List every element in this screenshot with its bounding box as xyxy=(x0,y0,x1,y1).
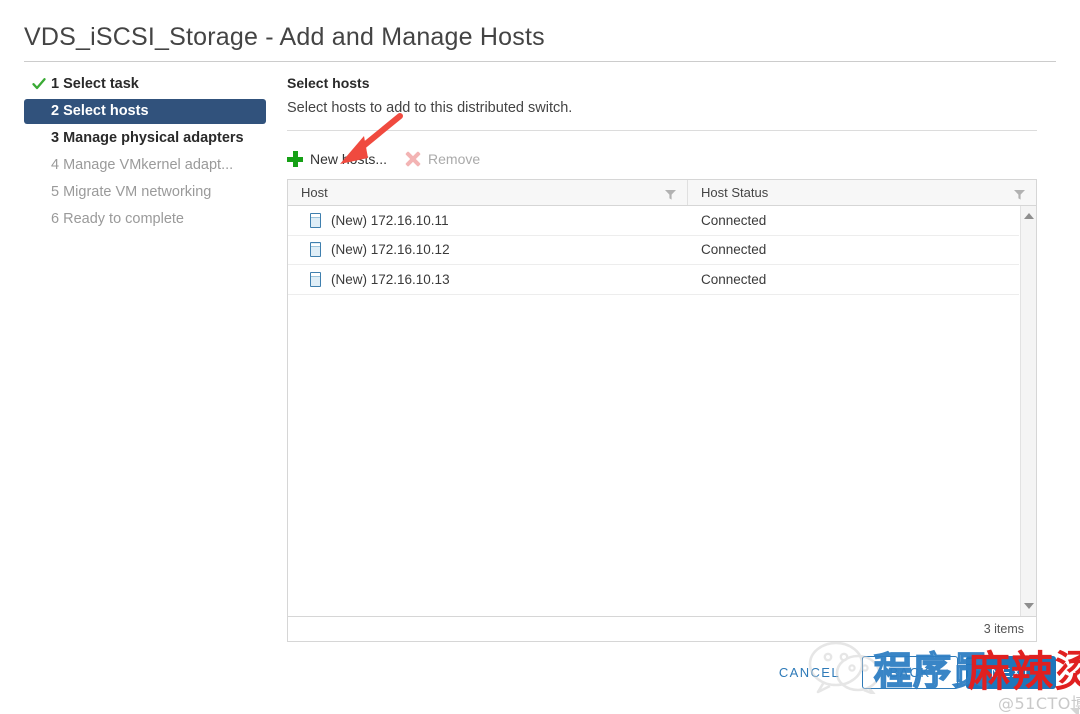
sidebar-item-label: 5 Migrate VM networking xyxy=(51,184,212,200)
table-row[interactable]: (New) 172.16.10.12 Connected xyxy=(288,236,1019,265)
sidebar-item-migrate-vm-networking[interactable]: 5 Migrate VM networking xyxy=(24,180,266,205)
page-title: VDS_iSCSI_Storage - Add and Manage Hosts xyxy=(24,23,545,51)
plus-icon xyxy=(287,151,303,167)
sidebar-item-manage-physical-adapters[interactable]: 3 Manage physical adapters xyxy=(24,126,266,151)
item-count: 3 items xyxy=(983,622,1024,636)
cell-host: (New) 172.16.10.12 xyxy=(288,242,688,258)
sidebar-item-label: 3 Manage physical adapters xyxy=(51,130,244,146)
cell-host-status: Connected xyxy=(701,242,767,258)
server-icon xyxy=(310,271,321,287)
scroll-down-icon[interactable] xyxy=(1021,598,1037,614)
new-hosts-button[interactable]: New hosts... xyxy=(287,148,387,170)
column-header-host-label: Host xyxy=(301,185,328,200)
host-name: (New) 172.16.10.12 xyxy=(331,242,450,258)
main-panel: Select hosts Select hosts to add to this… xyxy=(287,72,1037,642)
new-hosts-label: New hosts... xyxy=(310,151,388,167)
watermark-corner-fold xyxy=(1070,708,1079,714)
scroll-up-icon[interactable] xyxy=(1021,208,1037,224)
cancel-button[interactable]: CANCEL xyxy=(765,656,854,688)
sidebar-item-label: 6 Ready to complete xyxy=(51,211,184,227)
sidebar-item-label: 4 Manage VMkernel adapt... xyxy=(51,157,234,173)
server-icon xyxy=(310,212,321,228)
filter-icon[interactable] xyxy=(665,188,676,200)
table-footer: 3 items xyxy=(287,617,1037,642)
wizard-header: VDS_iSCSI_Storage - Add and Manage Hosts xyxy=(24,20,1056,62)
server-icon xyxy=(310,242,321,258)
table-row[interactable]: (New) 172.16.10.13 Connected xyxy=(288,265,1019,295)
hosts-table: Host Host Status (New) 172.16.10.11 Conn… xyxy=(287,179,1037,617)
sidebar-item-label: 1 Select task xyxy=(51,76,139,92)
add-manage-hosts-wizard: VDS_iSCSI_Storage - Add and Manage Hosts… xyxy=(0,0,1080,714)
table-header-row: Host Host Status xyxy=(288,180,1036,206)
next-button[interactable]: NEXT xyxy=(966,655,1056,689)
filter-icon[interactable] xyxy=(1014,188,1025,200)
check-icon xyxy=(32,77,46,91)
sidebar-item-ready-to-complete[interactable]: 6 Ready to complete xyxy=(24,207,266,232)
section-title: Select hosts xyxy=(287,75,370,91)
sidebar-item-manage-vmkernel-adapters[interactable]: 4 Manage VMkernel adapt... xyxy=(24,153,266,178)
close-x-icon xyxy=(405,151,421,167)
sidebar-item-label: 2 Select hosts xyxy=(51,103,149,119)
vertical-scrollbar[interactable] xyxy=(1020,206,1036,616)
hosts-toolbar: New hosts... Remove xyxy=(287,148,1037,170)
section-subtitle: Select hosts to add to this distributed … xyxy=(287,100,573,116)
column-header-host[interactable]: Host xyxy=(288,180,688,205)
sidebar-item-select-task[interactable]: 1 Select task xyxy=(24,72,266,97)
back-button[interactable]: BACK xyxy=(862,655,958,689)
cell-host-status: Connected xyxy=(701,271,767,287)
remove-label: Remove xyxy=(428,151,481,167)
host-name: (New) 172.16.10.13 xyxy=(331,271,450,287)
column-header-host-status[interactable]: Host Status xyxy=(688,180,1036,205)
cell-host-status: Connected xyxy=(701,212,767,228)
column-header-host-status-label: Host Status xyxy=(701,185,769,200)
host-name: (New) 172.16.10.11 xyxy=(331,212,449,228)
wizard-step-list: 1 Select task 2 Select hosts 3 Manage ph… xyxy=(24,72,266,234)
watermark-site: @51CTO博客 xyxy=(998,694,1080,713)
wizard-footer: CANCEL BACK NEXT xyxy=(765,655,1056,689)
cell-host: (New) 172.16.10.11 xyxy=(288,212,688,228)
remove-button[interactable]: Remove xyxy=(405,148,480,170)
table-row[interactable]: (New) 172.16.10.11 Connected xyxy=(288,206,1019,236)
table-body: (New) 172.16.10.11 Connected (New) 172.1… xyxy=(288,206,1019,616)
cell-host: (New) 172.16.10.13 xyxy=(288,271,688,287)
section-divider xyxy=(287,130,1037,131)
sidebar-item-select-hosts[interactable]: 2 Select hosts xyxy=(24,99,266,124)
